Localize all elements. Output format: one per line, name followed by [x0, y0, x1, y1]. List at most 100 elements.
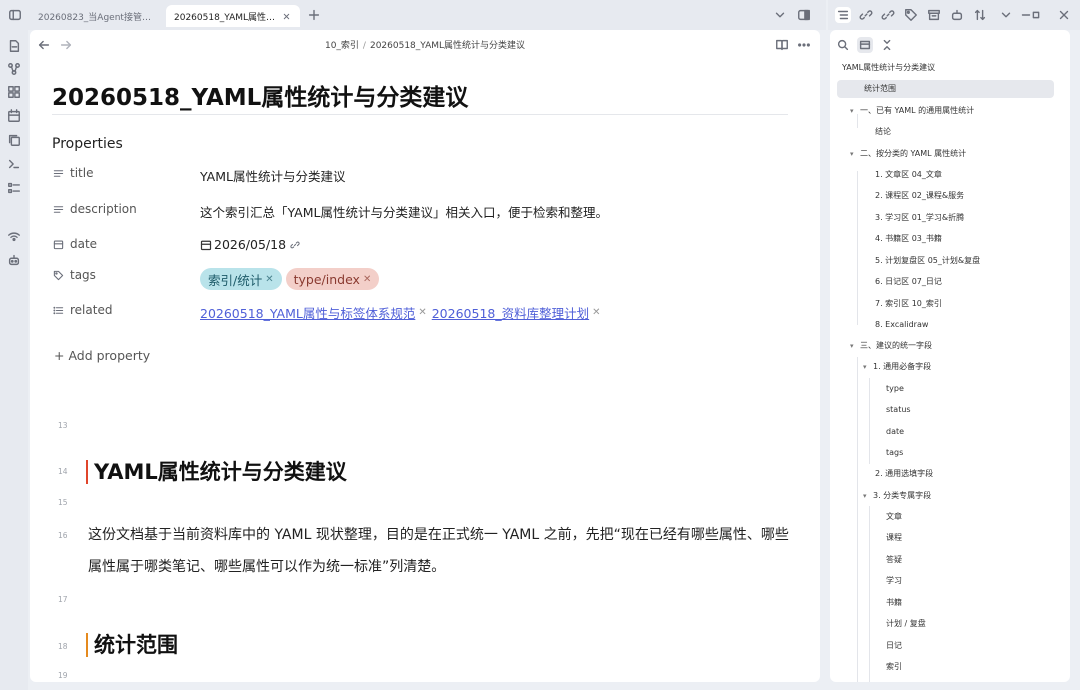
outline-item[interactable]: date	[886, 423, 904, 441]
book-icon[interactable]	[774, 37, 790, 53]
bot-icon[interactable]	[6, 252, 22, 268]
calendar-icon[interactable]	[6, 108, 22, 124]
outline-item[interactable]: 3. 学习区 01_学习&折腾	[875, 209, 964, 227]
outline-item-label: 三、建议的统一字段	[860, 341, 932, 350]
chevron-down-icon[interactable]	[998, 7, 1014, 23]
outline-item[interactable]: 7. 索引区 10_索引	[875, 295, 942, 313]
graph-icon[interactable]	[6, 61, 22, 77]
outline-item[interactable]: ▾ 一、已有 YAML 的通用属性统计	[850, 102, 974, 120]
outline-item[interactable]: 日记	[886, 637, 902, 655]
close-icon[interactable]	[280, 10, 292, 22]
outline-item[interactable]: 结论	[875, 123, 891, 141]
more-icon[interactable]	[796, 37, 812, 53]
body-paragraph[interactable]: 这份文档基于当前资料库中的 YAML 现状整理，目的是在正式统一 YAML 之前…	[88, 519, 798, 583]
remove-link-icon[interactable]: ✕	[592, 307, 600, 318]
outline-item[interactable]: 计划 / 复盘	[886, 615, 926, 633]
outline-item[interactable]: 书籍	[886, 594, 902, 612]
property-key[interactable]: date	[52, 237, 97, 251]
outline-item[interactable]: 6. 日记区 07_日记	[875, 273, 942, 291]
add-property-button[interactable]: + Add property	[54, 348, 150, 363]
file-icon[interactable]	[6, 38, 22, 54]
date-value[interactable]: 2026/05/18	[214, 237, 286, 252]
outgoing-link-icon[interactable]	[880, 7, 896, 23]
plus-icon[interactable]	[306, 7, 322, 23]
outline-item[interactable]: 答疑	[886, 551, 902, 569]
property-value[interactable]: YAML属性统计与分类建议	[200, 166, 345, 185]
remove-tag-icon[interactable]: ✕	[265, 274, 273, 285]
outline-item[interactable]: ▾ 3. 分类专属字段	[863, 487, 931, 505]
heading-1[interactable]: YAML属性统计与分类建议	[86, 460, 347, 484]
tag-pill[interactable]: type/index ✕	[285, 268, 380, 290]
property-key[interactable]: description	[52, 202, 137, 216]
outline-item-label: 4. 书籍区 03_书籍	[875, 234, 942, 243]
breadcrumb-folder[interactable]: 10_索引	[325, 41, 359, 51]
tag-pill[interactable]: 索引/统计 ✕	[200, 268, 282, 290]
tab-label: 20260518_YAML属性统计...	[174, 12, 276, 23]
outline-item[interactable]: 8. Excalidraw	[875, 316, 928, 334]
list-icon[interactable]	[6, 180, 22, 196]
maximize-icon[interactable]	[1028, 7, 1044, 23]
chevron-down-icon[interactable]	[772, 7, 788, 23]
outline-item[interactable]: type	[886, 380, 904, 398]
outline-item[interactable]: ▾ 三、建议的统一字段	[850, 337, 932, 355]
chevron-down-icon[interactable]: ▾	[850, 102, 860, 120]
outline-item[interactable]: YAML属性统计与分类建议	[842, 59, 935, 77]
property-row-related: related 20260518_YAML属性与标签体系规范 ✕ 20260518…	[52, 303, 792, 325]
properties-header[interactable]: Properties	[52, 136, 123, 152]
outline-item[interactable]: tags	[886, 444, 903, 462]
outline-item[interactable]: status	[886, 401, 911, 419]
search-icon[interactable]	[835, 37, 851, 53]
outline-item-label: date	[886, 427, 905, 436]
copy-icon[interactable]	[6, 132, 22, 148]
chevron-down-icon[interactable]: ▾	[850, 145, 860, 163]
backlink-icon[interactable]	[858, 7, 874, 23]
remove-link-icon[interactable]: ✕	[418, 307, 426, 318]
property-key[interactable]: tags	[52, 268, 96, 282]
outline-icon[interactable]	[835, 7, 851, 23]
related-link[interactable]: 20260518_资料库整理计划	[432, 303, 589, 322]
chevron-down-icon[interactable]: ▾	[850, 337, 860, 355]
outline-item[interactable]: 4. 书籍区 03_书籍	[875, 230, 942, 248]
property-value[interactable]: 2026/05/18	[200, 237, 300, 252]
grid-icon[interactable]	[6, 84, 22, 100]
tab-yaml-stats[interactable]: 20260518_YAML属性统计...	[166, 5, 300, 27]
tag-icon[interactable]	[903, 7, 919, 23]
tag-icon	[52, 269, 64, 281]
outline-item[interactable]: 2. 课程区 02_课程&服务	[875, 187, 964, 205]
property-key[interactable]: related	[52, 303, 112, 317]
chevron-down-icon[interactable]: ▾	[863, 487, 873, 505]
window-close-icon[interactable]	[1056, 7, 1072, 23]
auto-expand-icon[interactable]	[857, 37, 873, 53]
breadcrumb-file[interactable]: 20260518_YAML属性统计与分类建议	[370, 41, 525, 51]
line-number: 17	[58, 595, 68, 604]
heading-2[interactable]: 统计范围	[86, 633, 178, 657]
property-key[interactable]: title	[52, 166, 93, 180]
related-link[interactable]: 20260518_YAML属性与标签体系规范	[200, 303, 415, 322]
collapse-icon[interactable]	[879, 37, 895, 53]
remove-tag-icon[interactable]: ✕	[363, 274, 371, 285]
sort-icon[interactable]	[972, 7, 988, 23]
outline-item[interactable]: 统计范围	[837, 80, 1054, 98]
outline-item[interactable]: 5. 计划复盘区 05_计划&复盘	[875, 252, 980, 270]
bot-icon[interactable]	[949, 7, 965, 23]
terminal-icon[interactable]	[6, 156, 22, 172]
link-icon[interactable]	[290, 240, 300, 250]
outline-item[interactable]: 索引	[886, 658, 902, 676]
outline-item[interactable]: 学习	[886, 572, 902, 590]
outline-item[interactable]: 课程	[886, 529, 902, 547]
outline-item[interactable]: 2. 通用选填字段	[875, 465, 933, 483]
line-number: 18	[58, 642, 68, 651]
sidebar-toggle-icon[interactable]	[6, 6, 24, 24]
outline-item[interactable]: 1. 文章区 04_文章	[875, 166, 942, 184]
outline-item[interactable]: 文章	[886, 508, 902, 526]
chevron-down-icon[interactable]: ▾	[863, 358, 873, 376]
outline-item[interactable]: ▾ 1. 通用必备字段	[863, 358, 931, 376]
archive-icon[interactable]	[926, 7, 942, 23]
wifi-icon[interactable]	[6, 228, 22, 244]
property-value[interactable]: 这个索引汇总「YAML属性统计与分类建议」相关入口，便于检索和整理。	[200, 202, 608, 221]
page-title[interactable]: 20260518_YAML属性统计与分类建议	[52, 78, 468, 112]
right-sidebar-toggle-icon[interactable]	[796, 7, 812, 23]
tab-agent-note[interactable]: 20260823_当Agent接管Obsidian...	[30, 5, 164, 27]
outline-item[interactable]: ▾ 二、按分类的 YAML 属性统计	[850, 145, 966, 163]
calendar-icon[interactable]	[200, 239, 212, 251]
